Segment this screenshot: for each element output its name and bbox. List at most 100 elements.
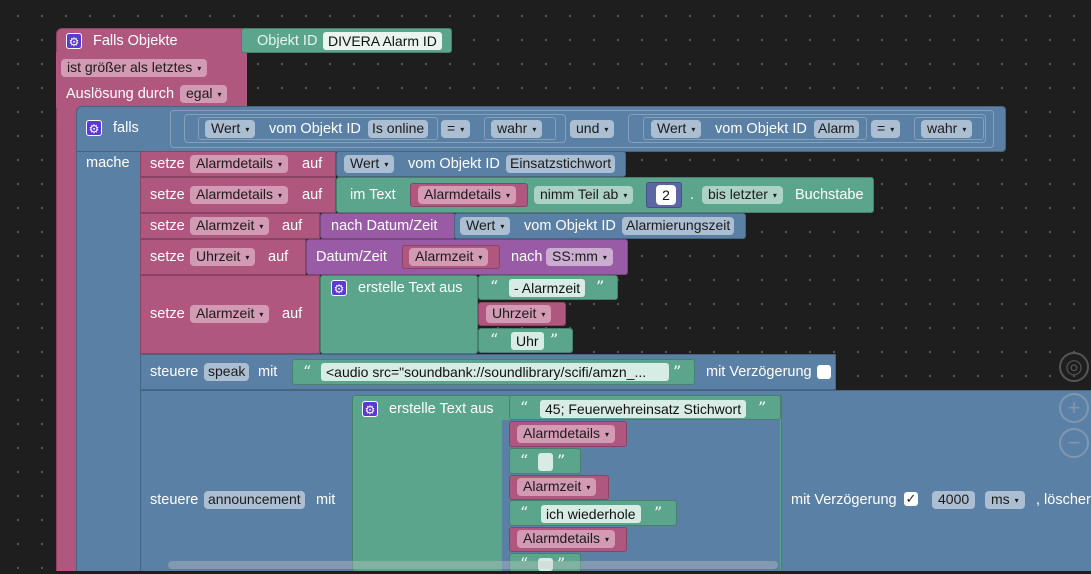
delay-field[interactable]: 4000 [932, 491, 976, 509]
event-title: Falls Objekte [93, 33, 178, 49]
dropdown-arrow-icon: ▾ [384, 160, 389, 169]
objekt-field-2[interactable]: Alarm [814, 120, 859, 138]
and-text: und [576, 120, 600, 136]
variable-dropdown[interactable]: Alarmdetails ▾ [517, 425, 616, 443]
bool-dropdown-2[interactable]: wahr ▾ [921, 120, 973, 138]
mit-label: mit [316, 492, 336, 508]
dropdown-arrow-icon: ▾ [245, 253, 250, 262]
trigger-label: Auslösung durch [66, 86, 175, 102]
wert-text: Wert [211, 120, 241, 136]
dropdown-arrow-icon: ▾ [602, 253, 607, 262]
variable-dropdown[interactable]: Alarmdetails ▾ [190, 186, 289, 204]
variable-dropdown[interactable]: Alarmzeit ▾ [190, 217, 270, 235]
falls-label: falls [113, 120, 139, 136]
string-field-empty[interactable] [538, 453, 553, 471]
variable-text: Alarmdetails [424, 186, 502, 202]
if-gear-icon[interactable]: ⚙ [86, 120, 102, 136]
end-mode-text: bis letzter [708, 186, 768, 202]
dropdown-arrow-icon: ▾ [604, 125, 609, 134]
setze-label: setze [150, 218, 185, 234]
event-condition-text: ist größer als letztes [67, 59, 193, 75]
variable-dropdown[interactable]: Alarmdetails ▾ [418, 186, 517, 204]
join-gear-icon[interactable]: ⚙ [331, 280, 347, 296]
dropdown-arrow-icon: ▾ [259, 310, 264, 319]
trigger-value: egal [186, 85, 213, 101]
trigger-dropdown[interactable]: egal ▾ [180, 85, 228, 103]
erstelle-label: erstelle Text aus [358, 280, 463, 296]
speak-target-field[interactable]: speak [204, 363, 250, 381]
objekt-id-value[interactable]: DIVERA Alarm ID [323, 32, 442, 50]
horizontal-scrollbar[interactable] [168, 561, 778, 569]
setze-label: setze [150, 187, 185, 203]
end-mode-dropdown[interactable]: bis letzter ▾ [702, 186, 783, 204]
string-field[interactable]: 45; Feuerwehreinsatz Stichwort [540, 400, 747, 418]
speak-text-field[interactable]: <audio src="soundbank://soundlibrary/sci… [321, 363, 669, 381]
quote-open-icon: “ [520, 398, 529, 417]
quote-close-icon: ” [654, 503, 663, 522]
objekt-field[interactable]: Einsatzstichwort [506, 155, 616, 173]
string-field[interactable]: ich wiederhole [541, 505, 641, 523]
wert-text: Wert [657, 120, 687, 136]
variable-dropdown[interactable]: Alarmzeit ▾ [517, 478, 597, 496]
buchstabe-label: Buchstabe [795, 187, 864, 203]
mit-label: mit [258, 364, 278, 380]
announcement-target-field[interactable]: announcement [204, 491, 305, 509]
verzoegerung-label: mit Verzögerung [791, 492, 897, 508]
variable-text: Uhrzeit [196, 248, 241, 264]
if-block[interactable] [76, 106, 140, 571]
bool-dropdown-1[interactable]: wahr ▾ [491, 120, 543, 138]
operator-text: = [447, 120, 456, 136]
setze-label: setze [150, 249, 185, 265]
unit-text: ms [991, 491, 1010, 507]
verzoegerung-checkbox[interactable] [817, 365, 831, 379]
event-gear-icon[interactable]: ⚙ [66, 33, 82, 49]
unit-dropdown[interactable]: ms ▾ [985, 491, 1025, 509]
dropdown-arrow-icon: ▾ [890, 125, 895, 134]
quote-close-icon: ” [758, 398, 767, 417]
objekt-field[interactable]: Alarmierungszeit [622, 217, 735, 235]
setze-label: setze [150, 306, 185, 322]
zoom-in-icon[interactable]: + [1059, 393, 1089, 423]
dropdown-arrow-icon: ▾ [962, 125, 967, 134]
quote-close-icon: ” [550, 330, 559, 349]
dropdown-arrow-icon: ▾ [259, 222, 264, 231]
dropdown-arrow-icon: ▾ [605, 430, 610, 439]
number-field[interactable]: 2 [656, 185, 676, 205]
zoom-out-icon[interactable]: − [1059, 428, 1089, 458]
dropdown-arrow-icon: ▾ [500, 222, 505, 231]
wert-dropdown[interactable]: Wert ▾ [344, 155, 395, 173]
format-dropdown[interactable]: SS:mm ▾ [546, 248, 613, 266]
wert-dropdown-1[interactable]: Wert ▾ [205, 120, 256, 138]
auf-label: auf [282, 218, 303, 234]
dropdown-arrow-icon: ▾ [586, 483, 591, 492]
format-text: SS:mm [552, 248, 598, 264]
objekt-field-1[interactable]: Is online [368, 120, 429, 138]
nach-datum-label: nach Datum/Zeit [331, 218, 438, 234]
mache-label: mache [86, 155, 130, 171]
quote-open-icon: “ [520, 451, 529, 470]
center-icon[interactable]: ◎ [1059, 352, 1089, 382]
mode-dropdown[interactable]: nimm Teil ab ▾ [534, 186, 634, 204]
variable-dropdown[interactable]: Alarmdetails ▾ [517, 530, 616, 548]
string-field[interactable]: Uhr [511, 332, 544, 350]
nach-label: nach [511, 249, 543, 265]
operator-text: = [877, 120, 886, 136]
operator-dropdown-2[interactable]: = ▾ [871, 120, 901, 138]
dropdown-arrow-icon: ▾ [1014, 496, 1019, 505]
vom-objekt-label-2: vom Objekt ID [715, 121, 807, 137]
verzoegerung-checkbox[interactable]: ✓ [904, 492, 918, 506]
variable-dropdown[interactable]: Uhrzeit ▾ [486, 305, 552, 323]
variable-dropdown[interactable]: Uhrzeit ▾ [190, 248, 256, 266]
variable-dropdown[interactable]: Alarmdetails ▾ [190, 155, 289, 173]
wert-dropdown-2[interactable]: Wert ▾ [651, 120, 702, 138]
and-dropdown[interactable]: und ▾ [570, 120, 615, 138]
auf-label: auf [302, 156, 323, 172]
operator-dropdown-1[interactable]: = ▾ [441, 120, 471, 138]
join-gear-icon[interactable]: ⚙ [362, 401, 378, 417]
event-condition-dropdown[interactable]: ist größer als letztes ▾ [61, 59, 208, 77]
variable-dropdown[interactable]: Alarmzeit ▾ [409, 248, 489, 266]
variable-dropdown[interactable]: Alarmzeit ▾ [190, 305, 270, 323]
wert-dropdown[interactable]: Wert ▾ [460, 217, 511, 235]
variable-text: Alarmzeit [523, 478, 582, 494]
string-field[interactable]: - Alarmzeit [509, 279, 586, 297]
